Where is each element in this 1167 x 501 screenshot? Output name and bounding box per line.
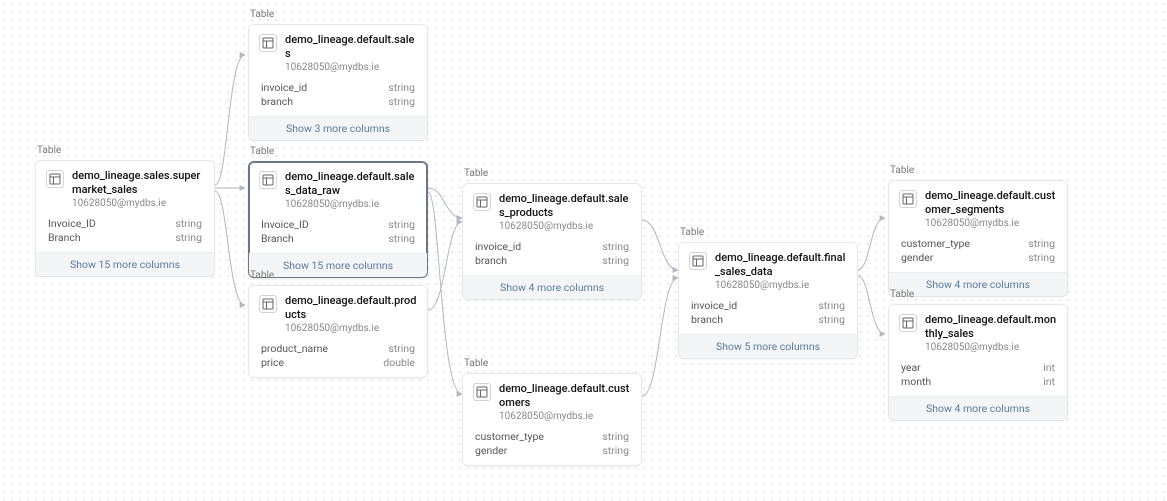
table-column: invoice_idstring	[691, 299, 845, 314]
show-more-columns[interactable]: Show 4 more columns	[463, 275, 641, 299]
table-column: genderstring	[475, 444, 629, 459]
table-title: demo_lineage.default.sales_data_raw	[285, 170, 417, 198]
table-column: customer_typestring	[475, 430, 629, 445]
table-column: Invoice_IDstring	[261, 218, 415, 233]
table-owner: 10628050@mydbs.ie	[925, 218, 1057, 229]
table-owner: 10628050@mydbs.ie	[925, 342, 1057, 353]
table-title: demo_lineage.default.sales_products	[499, 192, 631, 220]
table-icon	[259, 34, 277, 52]
table-icon	[473, 383, 491, 401]
table-column: branchstring	[475, 254, 629, 269]
table-title: demo_lineage.default.sales	[285, 33, 417, 61]
table-icon	[689, 252, 707, 270]
node-type-label: Table	[462, 358, 642, 369]
show-more-columns[interactable]: Show 5 more columns	[679, 334, 857, 358]
table-column: customer_typestring	[901, 237, 1055, 252]
table-owner: 10628050@mydbs.ie	[285, 199, 417, 210]
table-title: demo_lineage.default.final_sales_data	[715, 251, 847, 279]
table-node-sales-data-raw[interactable]: demo_lineage.default.sales_data_raw 1062…	[248, 161, 428, 278]
table-column: invoice_idstring	[261, 81, 415, 96]
node-type-label: Table	[35, 145, 215, 156]
table-column: genderstring	[901, 251, 1055, 266]
show-more-columns[interactable]: Show 15 more columns	[36, 252, 214, 276]
table-column: monthint	[901, 375, 1055, 390]
table-owner: 10628050@mydbs.ie	[285, 323, 417, 334]
table-node-customers[interactable]: demo_lineage.default.customers 10628050@…	[462, 373, 642, 466]
table-column: Branchstring	[261, 232, 415, 247]
node-type-label: Table	[248, 9, 428, 20]
table-owner: 10628050@mydbs.ie	[72, 198, 204, 209]
table-title: demo_lineage.sales.supermarket_sales	[72, 169, 204, 197]
table-icon	[46, 170, 64, 188]
node-type-label: Table	[248, 270, 428, 281]
table-node-products[interactable]: demo_lineage.default.products 10628050@m…	[248, 285, 428, 378]
table-node-supermarket-sales[interactable]: demo_lineage.sales.supermarket_sales 106…	[35, 160, 215, 277]
table-title: demo_lineage.default.monthly_sales	[925, 313, 1057, 341]
table-column: pricedouble	[261, 356, 415, 371]
node-type-label: Table	[678, 227, 858, 238]
node-type-label: Table	[462, 168, 642, 179]
node-type-label: Table	[888, 289, 1068, 300]
table-node-sales[interactable]: demo_lineage.default.sales 10628050@mydb…	[248, 24, 428, 141]
table-node-final-sales-data[interactable]: demo_lineage.default.final_sales_data 10…	[678, 242, 858, 359]
show-more-columns[interactable]: Show 4 more columns	[889, 396, 1067, 420]
table-icon	[473, 193, 491, 211]
table-node-sales-products[interactable]: demo_lineage.default.sales_products 1062…	[462, 183, 642, 300]
table-title: demo_lineage.default.customers	[499, 382, 631, 410]
show-more-columns[interactable]: Show 3 more columns	[249, 116, 427, 140]
node-type-label: Table	[248, 146, 428, 157]
table-icon	[259, 295, 277, 313]
table-column: Invoice_IDstring	[48, 217, 202, 232]
table-owner: 10628050@mydbs.ie	[285, 62, 417, 73]
table-column: branchstring	[691, 313, 845, 328]
table-icon	[899, 314, 917, 332]
table-icon	[259, 171, 277, 189]
table-column: Branchstring	[48, 231, 202, 246]
table-icon	[899, 190, 917, 208]
table-owner: 10628050@mydbs.ie	[499, 411, 631, 422]
table-node-customer-segments[interactable]: demo_lineage.default.customer_segments 1…	[888, 180, 1068, 297]
table-title: demo_lineage.default.customer_segments	[925, 189, 1057, 217]
table-column: invoice_idstring	[475, 240, 629, 255]
table-column: yearint	[901, 361, 1055, 376]
node-type-label: Table	[888, 165, 1068, 176]
table-column: product_namestring	[261, 342, 415, 357]
table-owner: 10628050@mydbs.ie	[715, 280, 847, 291]
table-column: branchstring	[261, 95, 415, 110]
table-owner: 10628050@mydbs.ie	[499, 221, 631, 232]
table-title: demo_lineage.default.products	[285, 294, 417, 322]
table-node-monthly-sales[interactable]: demo_lineage.default.monthly_sales 10628…	[888, 304, 1068, 421]
